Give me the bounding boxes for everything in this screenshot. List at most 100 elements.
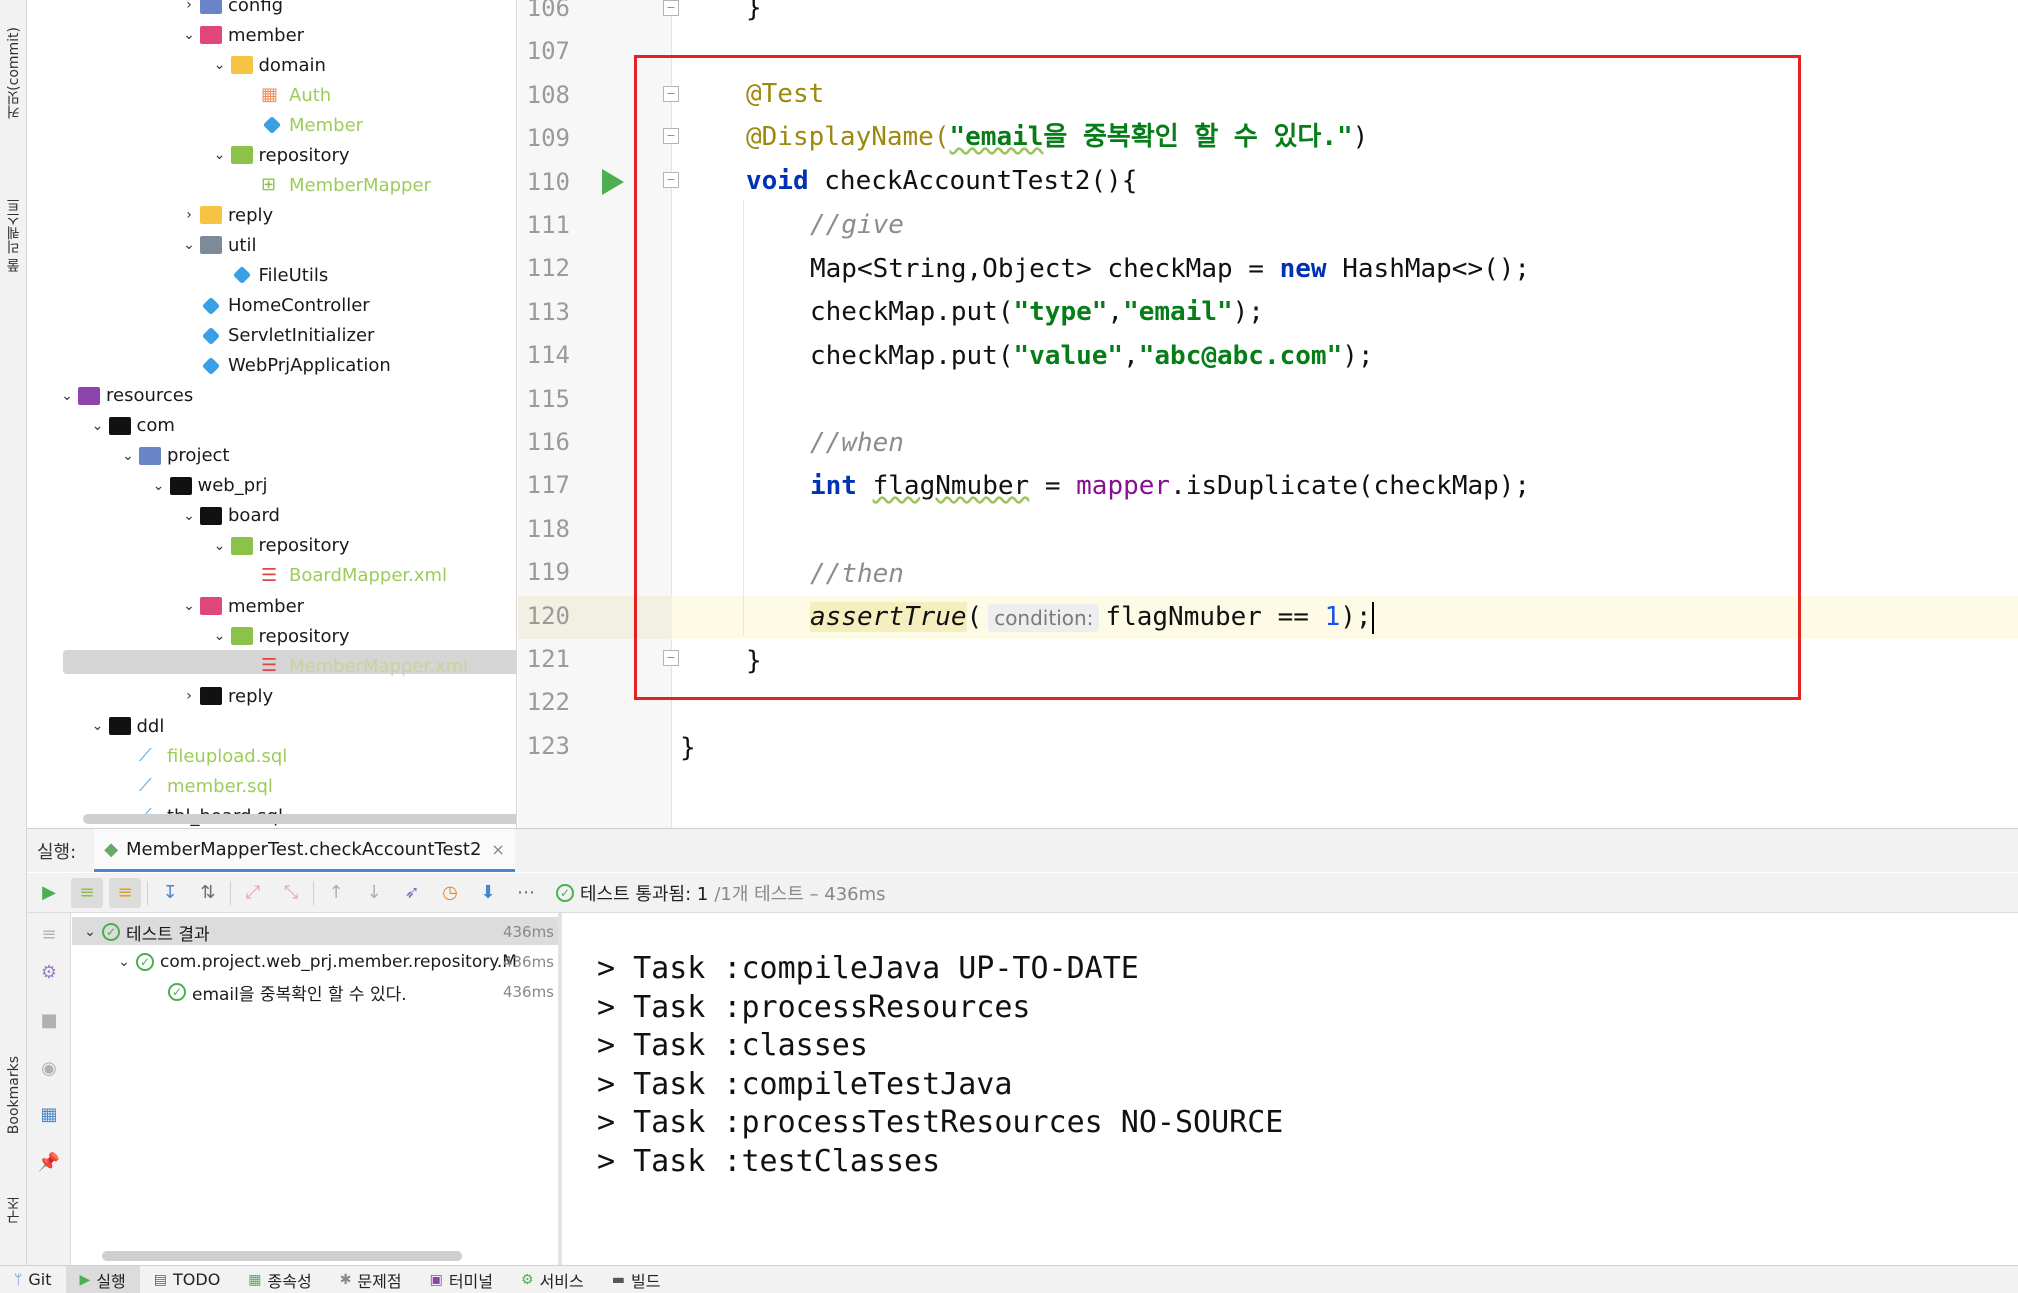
tree-item[interactable]: ⌄ member bbox=[178, 591, 304, 621]
console-output[interactable]: > Task :compileJava UP-TO-DATE > Task :pr… bbox=[567, 913, 2018, 1266]
tree-item[interactable]: ⌄ project bbox=[117, 441, 229, 471]
rerun-icon[interactable]: ▶ bbox=[33, 878, 65, 908]
test-tree-horizontal-scrollbar[interactable] bbox=[102, 1251, 462, 1261]
chevron-down-icon[interactable]: ⌄ bbox=[178, 237, 200, 253]
more-options-icon[interactable]: ⋯ bbox=[510, 878, 542, 908]
tree-item[interactable]: ☰ MemberMapper.xml bbox=[239, 651, 468, 681]
chevron-down-icon[interactable]: ⌄ bbox=[209, 628, 231, 644]
structure-tool-tab[interactable]: 구조 bbox=[0, 1180, 27, 1240]
tree-item[interactable]: ⌄ com bbox=[87, 411, 175, 441]
chevron-down-icon[interactable]: ⌄ bbox=[117, 448, 139, 464]
test-result-row[interactable]: ✓ email을 중복확인 할 수 있다. 436ms bbox=[72, 977, 558, 1007]
next-failed-icon[interactable]: ↓ bbox=[358, 878, 390, 908]
problems-tool-button[interactable]: ✱ 문제점 bbox=[326, 1266, 416, 1293]
run-test-gutter-icon[interactable] bbox=[602, 169, 624, 195]
commit-tool-tab[interactable]: 커밋(commit) bbox=[0, 8, 27, 138]
line-number: 114 bbox=[526, 341, 570, 370]
tree-item[interactable]: FileUtils bbox=[209, 260, 329, 290]
chevron-down-icon[interactable]: ⌄ bbox=[56, 388, 78, 404]
terminal-tool-button[interactable]: ▣ 터미널 bbox=[416, 1266, 507, 1293]
chevron-down-icon[interactable]: ⌄ bbox=[178, 27, 200, 43]
close-tab-icon[interactable]: × bbox=[491, 840, 504, 859]
chevron-right-icon[interactable]: › bbox=[178, 207, 200, 223]
tree-item[interactable]: HomeController bbox=[178, 291, 370, 321]
run-configuration-tab[interactable]: ◆ MemberMapperTest.checkAccountTest2 × bbox=[94, 829, 515, 872]
sort-by-duration-icon[interactable]: ⇅ bbox=[192, 878, 224, 908]
sort-alphabetically-icon[interactable]: ↧ bbox=[154, 878, 186, 908]
layout-icon[interactable]: ▦ bbox=[33, 1099, 65, 1129]
fold-marker[interactable]: − bbox=[663, 0, 679, 16]
export-results-icon[interactable]: ⬇ bbox=[472, 878, 504, 908]
chevron-down-icon[interactable]: ⌄ bbox=[112, 954, 136, 970]
chevron-right-icon[interactable]: › bbox=[178, 0, 200, 13]
project-tree[interactable]: › config ⌄ member ⌄ domain ▦ Auth Member ⌄ reposit… bbox=[27, 0, 517, 828]
chevron-down-icon[interactable]: ⌄ bbox=[209, 538, 231, 554]
git-tool-button[interactable]: ᛘ Git bbox=[0, 1266, 66, 1293]
test-result-row[interactable]: ⌄ ✓ 테스트 결과 436ms bbox=[72, 917, 558, 947]
test-result-row[interactable]: ⌄ ✓ com.project.web_prj.member.repository.… bbox=[72, 947, 558, 977]
problems-label: 문제점 bbox=[357, 1271, 402, 1291]
tree-horizontal-scrollbar[interactable] bbox=[83, 814, 516, 824]
tree-item[interactable]: ⟋ member.sql bbox=[117, 771, 273, 801]
folder-icon bbox=[108, 717, 131, 736]
chevron-down-icon[interactable]: ⌄ bbox=[87, 418, 109, 434]
collapse-all-icon[interactable]: ⤡ bbox=[275, 878, 307, 908]
view-icon[interactable]: ◉ bbox=[33, 1053, 65, 1083]
services-label: 서비스 bbox=[539, 1271, 584, 1291]
tree-item[interactable]: ⌄ board bbox=[178, 501, 280, 531]
chevron-down-icon[interactable]: ⌄ bbox=[148, 478, 170, 494]
show-ignored-icon[interactable]: ≡ bbox=[109, 877, 141, 908]
pull-request-tool-tab[interactable]: 풀 리퀘스트 bbox=[0, 175, 27, 295]
tree-item[interactable]: ⊞ MemberMapper bbox=[239, 170, 431, 200]
dependencies-tool-button[interactable]: ▦ 종속성 bbox=[234, 1266, 325, 1293]
tree-item[interactable]: › reply bbox=[178, 200, 273, 230]
tree-item[interactable]: ⌄ ddl bbox=[87, 711, 165, 741]
chevron-right-icon[interactable]: › bbox=[178, 688, 200, 704]
tree-item[interactable]: Member bbox=[239, 110, 363, 140]
tree-item[interactable]: ⌄ util bbox=[178, 230, 256, 260]
import-tests-icon[interactable]: ➶ bbox=[396, 878, 428, 908]
line-number: 119 bbox=[526, 558, 570, 587]
tree-item[interactable]: ▦ Auth bbox=[239, 80, 331, 110]
tree-item[interactable]: WebPrjApplication bbox=[178, 351, 391, 381]
chevron-down-icon[interactable]: ⌄ bbox=[87, 718, 109, 734]
run-tool-button[interactable]: ▶ 실행 bbox=[65, 1265, 140, 1293]
settings-gear-icon[interactable]: ⚙ bbox=[33, 957, 65, 987]
chevron-down-icon[interactable]: ⌄ bbox=[209, 147, 231, 163]
tree-item[interactable]: › config bbox=[178, 0, 283, 20]
tree-item[interactable]: › reply bbox=[178, 681, 273, 711]
tree-item[interactable]: ⟋ fileupload.sql bbox=[117, 741, 287, 771]
tree-item[interactable]: ⌄ web_prj bbox=[148, 471, 268, 501]
test-history-icon[interactable]: ◷ bbox=[434, 878, 466, 908]
pin-icon[interactable]: 📌 bbox=[33, 1147, 65, 1177]
previous-failed-icon[interactable]: ↑ bbox=[320, 878, 352, 908]
tree-item-label: HomeController bbox=[228, 295, 370, 316]
test-results-tree[interactable]: ⌄ ✓ 테스트 결과 436ms ⌄ ✓ com.project.web_prj.membe… bbox=[72, 913, 562, 1266]
build-tool-button[interactable]: ▬ 빌드 bbox=[598, 1266, 675, 1293]
bookmarks-tool-tab[interactable]: Bookmarks bbox=[0, 1040, 27, 1150]
tree-item[interactable]: ☰ BoardMapper.xml bbox=[239, 561, 447, 591]
build-label: 빌드 bbox=[630, 1271, 661, 1291]
todo-tool-button[interactable]: ▤ TODO bbox=[140, 1266, 235, 1293]
run-tool-window: 실행: ◆ MemberMapperTest.checkAccountTest2… bbox=[27, 828, 2018, 1266]
folder-icon bbox=[200, 506, 222, 525]
tests-total-label: /1개 테스트 – 436ms bbox=[714, 883, 886, 905]
services-tool-button[interactable]: ⚙ 서비스 bbox=[507, 1266, 598, 1293]
clear-icon[interactable]: ≡ bbox=[33, 919, 65, 949]
tree-item[interactable]: ⌄ domain bbox=[209, 50, 326, 80]
stop-icon[interactable]: ■ bbox=[33, 1005, 65, 1035]
chevron-down-icon[interactable]: ⌄ bbox=[178, 598, 200, 614]
run-label: 실행: bbox=[37, 841, 77, 863]
tree-item-label: reply bbox=[228, 685, 274, 707]
show-passed-icon[interactable]: ≡ bbox=[71, 877, 103, 908]
tree-item[interactable]: ⌄ repository bbox=[209, 531, 350, 561]
chevron-down-icon[interactable]: ⌄ bbox=[78, 924, 102, 940]
tree-item[interactable]: ServletInitializer bbox=[178, 321, 374, 351]
tree-item[interactable]: ⌄ repository bbox=[209, 621, 350, 651]
chevron-down-icon[interactable]: ⌄ bbox=[209, 57, 231, 73]
expand-all-icon[interactable]: ⤢ bbox=[237, 878, 269, 908]
tree-item[interactable]: ⌄ member bbox=[178, 20, 304, 50]
tree-item[interactable]: ⌄ repository bbox=[209, 140, 350, 170]
chevron-down-icon[interactable]: ⌄ bbox=[178, 508, 200, 524]
tree-item[interactable]: ⌄ resources bbox=[56, 381, 193, 411]
